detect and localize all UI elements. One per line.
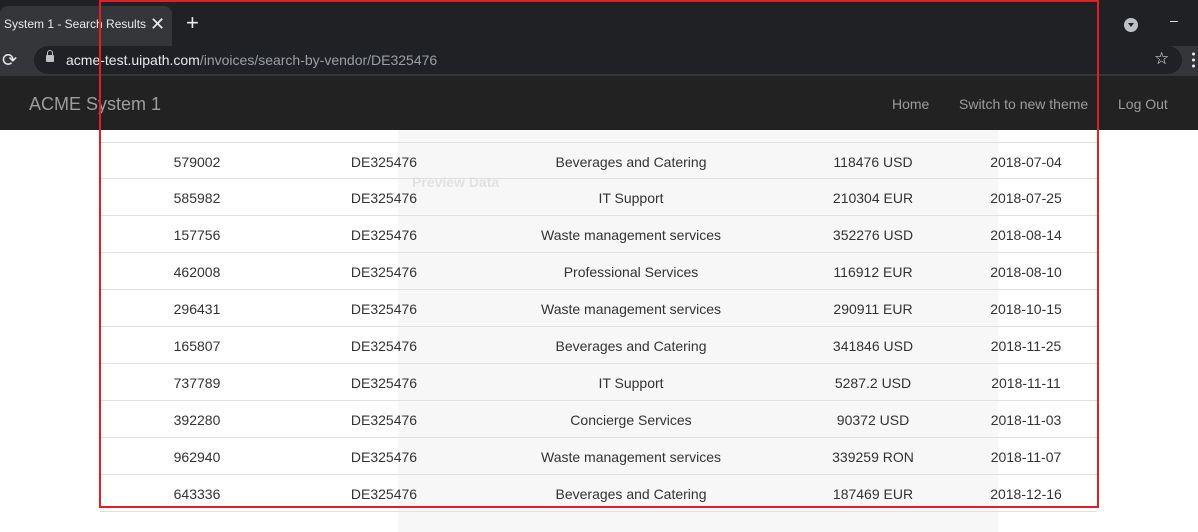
invoice-results-table: 579002 DE325476 Beverages and Catering 1184… — [100, 142, 1097, 512]
invoice-number-cell: 296431 — [173, 301, 221, 317]
total-cell: 290911 EUR — [833, 301, 913, 317]
nav-logout-link[interactable]: Log Out — [1118, 96, 1168, 112]
invoice-number-cell: 585982 — [173, 190, 221, 206]
table-row: 643336 DE325476 Beverages and Catering 1874… — [100, 475, 1097, 512]
url-text[interactable]: acme-test.uipath.com/invoices/search-by-… — [66, 52, 437, 68]
invoice-number-cell: 962940 — [173, 449, 221, 465]
description-cell: Professional Services — [563, 264, 699, 280]
vendor-id-cell: DE325476 — [350, 375, 418, 391]
invoice-number-cell: 462008 — [173, 264, 221, 280]
invoice-number-cell: 392280 — [173, 412, 221, 428]
table-row: 579002 DE325476 Beverages and Catering 1184… — [100, 142, 1097, 179]
description-cell: Waste management services — [541, 227, 721, 243]
table-row: 737789 DE325476 IT Support 5287.2 USD 2018-1… — [100, 364, 1097, 401]
vendor-id-cell: DE325476 — [350, 301, 418, 317]
table-row: 962940 DE325476 Waste management services 3… — [100, 438, 1097, 475]
browser-tab[interactable]: System 1 - Search Results ✕ — [0, 6, 172, 46]
nav-home-link[interactable]: Home — [892, 96, 929, 112]
total-cell: 352276 USD — [832, 227, 914, 243]
invoice-number-cell: 165807 — [173, 338, 221, 354]
vendor-id-cell: DE325476 — [350, 449, 418, 465]
invoice-number-cell: 643336 — [173, 486, 221, 502]
table-row: 296431 DE325476 Waste management services 2… — [100, 290, 1097, 327]
total-cell: 339259 RON — [832, 449, 914, 465]
total-cell: 116912 EUR — [833, 264, 913, 280]
browser-toolbar: ⟳ acme-test.uipath.com/invoices/search-b… — [0, 46, 1198, 76]
description-cell: Beverages and Catering — [555, 486, 707, 502]
vendor-id-cell: DE325476 — [350, 412, 418, 428]
total-cell: 118476 USD — [833, 154, 913, 170]
date-cell: 2018-11-11 — [991, 375, 1061, 391]
total-cell: 5287.2 USD — [834, 375, 912, 391]
browser-menu-icon[interactable] — [1192, 50, 1195, 70]
tab-title: System 1 - Search Results — [4, 17, 147, 31]
description-cell: IT Support — [598, 190, 664, 206]
vendor-id-cell: DE325476 — [350, 154, 418, 170]
total-cell: 210304 EUR — [832, 190, 914, 206]
table-row: 585982 DE325476 IT Support 210304 EUR 2018-0… — [100, 179, 1097, 216]
lock-icon[interactable] — [46, 50, 54, 62]
vendor-id-cell: DE325476 — [350, 190, 418, 206]
table-row: 462008 DE325476 Professional Services 11691… — [100, 253, 1097, 290]
description-cell: Concierge Services — [570, 412, 692, 428]
date-cell: 2018-12-16 — [990, 486, 1062, 502]
vendor-id-cell: DE325476 — [350, 338, 418, 354]
table-row: 392280 DE325476 Concierge Services 90372 US… — [100, 401, 1097, 438]
total-cell: 90372 USD — [836, 412, 910, 428]
bookmark-star-icon[interactable]: ☆ — [1154, 49, 1169, 69]
url-host: acme-test.uipath.com — [66, 52, 200, 68]
table-row: 157756 DE325476 Waste management services 3… — [100, 216, 1097, 253]
app-brand[interactable]: ACME System 1 — [29, 94, 161, 115]
vendor-id-cell: DE325476 — [350, 227, 418, 243]
total-cell: 187469 EUR — [832, 486, 914, 502]
description-cell: Beverages and Catering — [555, 154, 707, 170]
date-cell: 2018-11-25 — [990, 338, 1062, 354]
page-content: Preview Data 579002 DE325476 Beverages and… — [0, 130, 1198, 532]
tab-search-icon[interactable] — [1124, 18, 1138, 32]
vendor-id-cell: DE325476 — [350, 486, 418, 502]
close-tab-icon[interactable]: ✕ — [150, 14, 165, 34]
nav-switch-theme-link[interactable]: Switch to new theme — [959, 96, 1088, 112]
table-row: 165807 DE325476 Beverages and Catering 3418… — [100, 327, 1097, 364]
description-cell: IT Support — [598, 375, 664, 391]
date-cell: 2018-07-04 — [990, 154, 1062, 170]
minimize-icon[interactable]: – — [1170, 12, 1178, 28]
new-tab-icon[interactable]: + — [186, 12, 199, 34]
description-cell: Waste management services — [541, 301, 721, 317]
vendor-id-cell: DE325476 — [350, 264, 418, 280]
reload-icon[interactable]: ⟳ — [2, 48, 17, 72]
url-path: /invoices/search-by-vendor/DE325476 — [199, 52, 438, 68]
address-bar[interactable]: acme-test.uipath.com/invoices/search-by-… — [34, 46, 1182, 74]
total-cell: 341846 USD — [832, 338, 914, 354]
invoice-number-cell: 737789 — [173, 375, 221, 391]
description-cell: Waste management services — [541, 449, 721, 465]
date-cell: 2018-11-03 — [990, 412, 1062, 428]
invoice-number-cell: 157756 — [173, 227, 221, 243]
date-cell: 2018-08-10 — [990, 264, 1062, 280]
app-navbar: ACME System 1 Home Switch to new theme L… — [0, 76, 1198, 130]
browser-tab-strip: System 1 - Search Results ✕ + – — [0, 0, 1198, 46]
date-cell: 2018-11-07 — [990, 449, 1062, 465]
invoice-number-cell: 579002 — [173, 154, 221, 170]
date-cell: 2018-07-25 — [990, 190, 1062, 206]
date-cell: 2018-10-15 — [990, 301, 1062, 317]
date-cell: 2018-08-14 — [990, 227, 1062, 243]
description-cell: Beverages and Catering — [555, 338, 707, 354]
